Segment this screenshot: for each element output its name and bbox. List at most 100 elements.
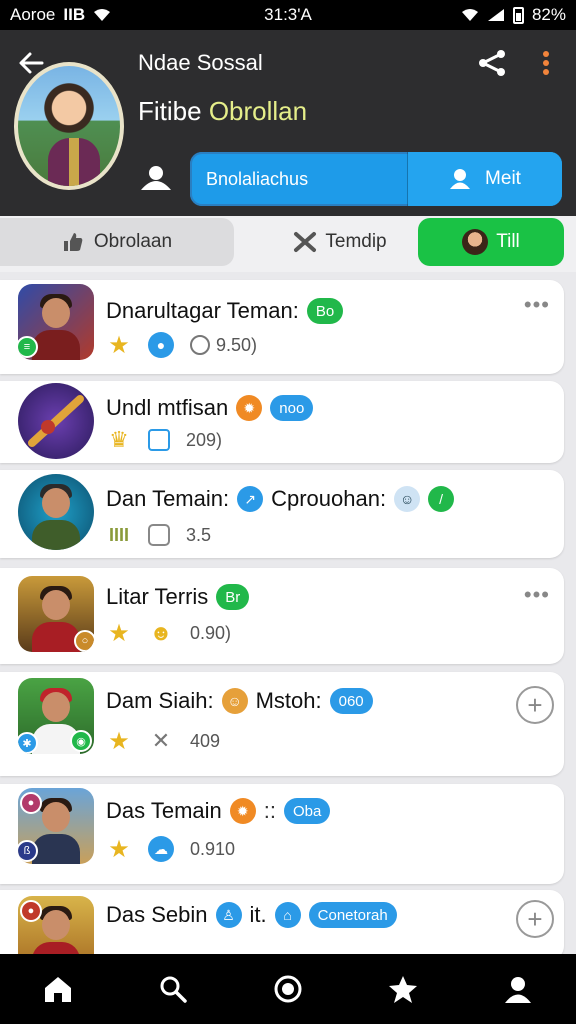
item-more-icon[interactable]: •••: [524, 582, 550, 608]
item-title: Litar Terris: [106, 584, 209, 609]
item-meta: ★ ☻ 0.90): [106, 620, 232, 647]
list-item[interactable]: Dan Temain: ↗ Cprouohan: ☺ / IIII 3.5: [0, 470, 564, 558]
nav-profile[interactable]: [498, 969, 538, 1009]
tab-till[interactable]: Till: [418, 218, 564, 266]
split-left-button[interactable]: Bnolaliachus: [190, 152, 408, 206]
item-badge: ●: [20, 900, 42, 922]
user-add-icon: [450, 169, 471, 189]
record-icon: [274, 975, 302, 1003]
cloud-icon: ☁: [148, 836, 174, 862]
tab-obrolaan[interactable]: Obrolaan: [0, 218, 234, 266]
lock-icon: ⌂: [274, 902, 301, 928]
item-tag: noo: [270, 395, 314, 421]
item-meta: ★ ● 9.50): [106, 331, 257, 359]
tab-label: Temdip: [325, 231, 387, 252]
share-icon[interactable]: [476, 48, 508, 78]
item-badge: ◉: [70, 730, 92, 752]
star-icon: [389, 976, 418, 1003]
list-item[interactable]: ß ● Das Temain ✹ :: Oba ★ ☁ 0.910: [0, 784, 564, 884]
item-title: Undl mtfisan: [106, 395, 229, 420]
item-title: Das Temain: [106, 798, 222, 823]
list-item[interactable]: ○ Litar Terris Br ★ ☻ 0.90) •••: [0, 568, 564, 664]
item-thumbnail: [18, 474, 94, 550]
item-count: 9.50): [190, 335, 257, 356]
item-meta: ★ ✕ 409: [106, 728, 221, 755]
item-title-row: Dan Temain: ↗ Cprouohan: ☺ /: [106, 486, 455, 512]
item-title: Dam Siaih:: [106, 688, 214, 713]
box-icon: [148, 524, 170, 546]
item-title: Das Sebin: [106, 902, 208, 927]
add-button[interactable]: +: [516, 686, 554, 724]
smile-icon: ☺: [394, 486, 421, 512]
crown-icon: ♛: [109, 427, 129, 452]
list-item[interactable]: Undl mtfisan ✹ noo ♛ 209): [0, 381, 564, 463]
status-bar: Aoroe IIB 31:3'A 82%: [0, 0, 576, 30]
group-icon[interactable]: [138, 162, 174, 194]
item-count-value: 209): [186, 429, 223, 450]
user-icon: ●: [148, 332, 174, 358]
grid-icon: [148, 429, 170, 451]
wifi-icon: [94, 9, 111, 21]
battery-percent: 82%: [531, 5, 566, 24]
profile-subtitle: Fitibe Obrollan: [138, 96, 307, 127]
item-badge: ●: [20, 792, 42, 814]
item-meta: ♛ 209): [106, 427, 222, 453]
tab-bar: Obrolaan Temdip Till: [0, 216, 576, 272]
list-item[interactable]: ≡ Dnarultagar Teman: Bo ★ ● 9.50) •••: [0, 280, 564, 374]
item-more-icon[interactable]: •••: [524, 292, 550, 318]
nav-record[interactable]: [268, 969, 308, 1009]
star-icon: ★: [108, 835, 130, 863]
subtitle-part-a: Fitibe: [138, 96, 209, 126]
list-item[interactable]: ✱ ◉ Dam Siaih: ☺ Mstoh: 060 ★ ✕ 409 +: [0, 672, 564, 776]
item-title-2: Mstoh:: [255, 688, 322, 713]
sun-icon: ✹: [236, 395, 263, 421]
subtitle-part-b: Obrollan: [208, 96, 308, 126]
status-left-text: Aoroe: [10, 5, 56, 24]
bottom-nav: [0, 954, 576, 1024]
list-item[interactable]: ● Das Sebin ♙ it. ⌂ Conetorah +: [0, 890, 564, 972]
pin-icon: ↗: [237, 486, 264, 512]
star-icon: ★: [108, 331, 130, 359]
nav-search[interactable]: [153, 969, 193, 1009]
action-split-button: Bnolaliachus Meit: [190, 152, 562, 206]
item-count-value: 0.90): [190, 622, 232, 643]
more-options-icon[interactable]: [536, 48, 556, 78]
item-title: Dnarultagar Teman:: [106, 298, 299, 323]
item-title-2: Cprouohan:: [271, 486, 387, 511]
item-title-row: Dam Siaih: ☺ Mstoh: 060: [106, 688, 373, 714]
nav-favorites[interactable]: [383, 969, 423, 1009]
item-count-value: 409: [190, 730, 221, 751]
battery-icon: [512, 6, 524, 24]
item-title-2: it.: [249, 902, 267, 927]
tools-icon: [294, 232, 317, 252]
item-tag: Oba: [284, 798, 331, 824]
item-title-row: Dnarultagar Teman: Bo: [106, 298, 344, 324]
wifi-signal-icon: [461, 9, 478, 21]
tab-label: Obrolaan: [93, 231, 173, 252]
status-carrier: IIB: [63, 5, 86, 24]
item-tag: Conetorah: [308, 902, 397, 928]
nav-home[interactable]: [38, 969, 78, 1009]
split-right-button[interactable]: Meit: [408, 152, 562, 206]
weapon-icon: [28, 395, 84, 447]
item-thumbnail: [18, 383, 94, 459]
item-meta: ★ ☁ 0.910: [106, 835, 235, 863]
item-title-row: Das Temain ✹ :: Oba: [106, 798, 331, 824]
item-badge: ○: [74, 630, 94, 652]
item-tag: 060: [329, 688, 373, 714]
item-thumbnail: ○: [18, 576, 94, 652]
item-thumbnail: ß ●: [18, 788, 94, 864]
item-thumbnail: ≡: [18, 284, 94, 360]
tab-label: Till: [496, 231, 520, 252]
item-count-value: 3.5: [186, 524, 212, 545]
clock-icon: [190, 335, 210, 355]
home-icon: [44, 977, 71, 1002]
tab-temdip[interactable]: Temdip: [270, 218, 410, 266]
add-button[interactable]: +: [516, 900, 554, 938]
search-icon: [160, 976, 187, 1003]
item-title-row: Undl mtfisan ✹ noo: [106, 395, 314, 421]
status-time: 31:3'A: [264, 5, 312, 24]
page-title: Ndae Sossal: [138, 50, 263, 75]
profile-avatar[interactable]: [14, 62, 124, 190]
face-icon: ☺: [221, 688, 248, 714]
